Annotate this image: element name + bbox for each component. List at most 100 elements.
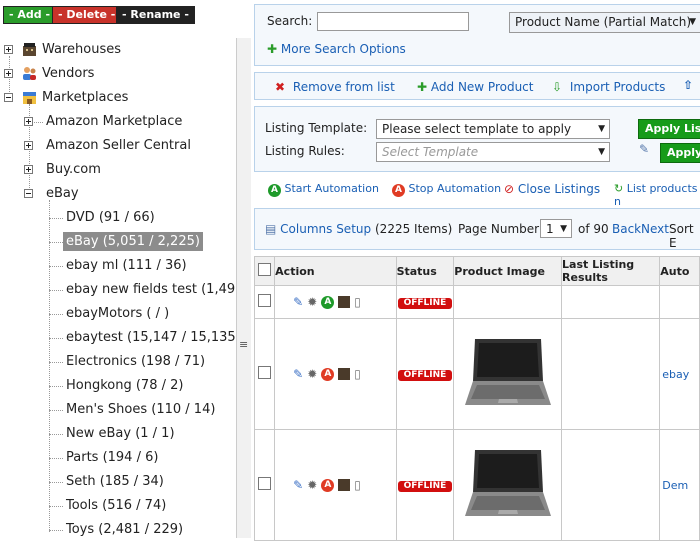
tree-item-warehouses[interactable]: Warehouses [4,38,124,62]
warehouse-icon[interactable] [338,296,351,308]
document-icon[interactable]: ▯ [354,295,361,309]
tree-item-ebay-child[interactable]: ebaytest (15,147 / 15,135) [63,326,244,350]
last-listing-results-cell [561,429,661,541]
tree-item-amazon-marketplace[interactable]: Amazon Marketplace [24,110,185,134]
gear-icon[interactable]: ✹ [307,295,317,309]
tree-item-ebay-child[interactable]: Hongkong (78 / 2) [63,374,186,398]
status-badge: OFFLINE [397,370,453,381]
table-row[interactable]: ✎ ✹ A ▯ OFFLINE [253,285,700,319]
tree-item-label: New eBay (1 / 1) [66,426,175,441]
gear-icon[interactable]: ✹ [307,367,317,381]
column-header-status[interactable]: Status [397,265,437,278]
tree-item-buy-com[interactable]: Buy.com [24,158,104,182]
edit-pencil-icon[interactable]: ✎ [293,478,303,492]
tree-item-marketplaces[interactable]: Marketplaces [4,86,131,110]
tree-item-ebay-child[interactable]: New eBay (1 / 1) [63,422,178,446]
remove-from-list-button[interactable]: ✖ Remove from list [275,80,395,94]
add-new-product-button[interactable]: ✚ Add New Product [417,80,534,94]
tree-item-ebay-child[interactable]: Tools (516 / 74) [63,494,169,518]
listing-template-select[interactable]: Please select template to apply ▼ [376,119,610,139]
next-link[interactable]: Next [641,222,669,236]
expand-icon[interactable] [4,45,13,54]
document-icon[interactable]: ▯ [354,478,361,492]
table-row[interactable]: ✎ ✹ A ▯ OFFLINE Dem [253,429,700,541]
expand-icon[interactable] [24,165,33,174]
apply-listing-template-button[interactable]: Apply List [638,119,700,139]
apply-listing-rules-button[interactable]: Apply [660,143,700,163]
automation-status-icon[interactable]: A [321,367,335,381]
automation-status-icon[interactable]: A [321,478,335,492]
tree-item-ebay-child[interactable]: Electronics (198 / 71) [63,350,208,374]
marketplace-icon [23,92,36,104]
tree-item-ebay-child[interactable]: eBay (5,051 / 2,225) [63,230,203,254]
warehouse-icon[interactable] [338,479,351,491]
collapse-icon[interactable] [24,189,33,198]
gear-icon[interactable]: ✹ [307,478,317,492]
auto-value[interactable]: ebay [662,368,689,381]
tree-item-ebay-child[interactable]: Parts (194 / 6) [63,446,161,470]
edit-pencil-icon[interactable]: ✎ [639,142,649,156]
warehouse-icon[interactable] [338,368,351,380]
rename-button[interactable]: - Rename - [116,6,195,24]
table-row[interactable]: ✎ ✹ A ▯ OFFLINE ebay [253,318,700,430]
edit-pencil-icon[interactable]: ✎ [293,367,303,381]
column-header-product-image[interactable]: Product Image [454,265,545,278]
search-panel: Search: Product Name (Partial Match) ▼ ✚ … [254,4,700,66]
page-number-select[interactable]: 1 ▼ [540,219,572,238]
search-input[interactable] [317,12,469,31]
product-image-cell [453,318,563,430]
tree-item-vendors[interactable]: Vendors [4,62,97,86]
list-products-button[interactable]: ↻ List products n [614,182,700,208]
row-checkbox[interactable] [258,294,272,307]
select-all-checkbox[interactable] [258,263,272,276]
automation-bar: A Start Automation A Stop Automation ⊘ C… [254,178,700,208]
tree-item-ebay[interactable]: eBay [24,182,82,206]
start-automation-button[interactable]: A Start Automation [268,182,379,197]
automation-status-icon[interactable]: A [321,295,335,309]
column-header-action[interactable]: Action [275,265,314,278]
tree-item-ebay-child[interactable]: Men's Shoes (110 / 14) [63,398,218,422]
tree-item-ebay-child[interactable]: ebayMotors ( / ) [63,302,172,326]
tree-item-ebay-child[interactable]: ebay new fields test (1,491 [63,278,246,302]
edit-pencil-icon[interactable]: ✎ [293,295,303,309]
close-listings-button[interactable]: ⊘ Close Listings [504,182,600,196]
column-header-last-listing-results[interactable]: Last Listing Results [562,258,634,284]
product-image-cell [453,429,563,541]
tree-item-ebay-child[interactable]: Seth (185 / 34) [63,470,167,494]
add-button[interactable]: - Add - [3,6,57,24]
tree-item-label: ebay new fields test (1,491 [66,282,244,297]
more-search-options-link[interactable]: ✚ More Search Options [267,42,406,56]
collapse-icon[interactable] [4,93,13,102]
import-products-button[interactable]: ⇩ Import Products [552,80,665,94]
plus-icon: ✚ [417,80,428,94]
tree-item-label: DVD (91 / 66) [66,210,155,225]
product-image-cell [453,285,563,319]
tree-item-label: Seth (185 / 34) [66,474,164,489]
document-icon[interactable]: ▯ [354,367,361,381]
stop-automation-button[interactable]: A Stop Automation [392,182,501,197]
row-checkbox[interactable] [258,477,272,490]
delete-button[interactable]: - Delete - [52,6,122,24]
tree-item-ebay-child[interactable]: Toys (2,481 / 229) [63,518,186,538]
upload-icon[interactable]: ⇧ [683,78,693,92]
grid-header-row: Action Status Product Image Last Listing… [253,256,700,286]
tree-item-ebay-child[interactable]: DVD (91 / 66) [63,206,158,230]
expand-icon[interactable] [24,141,33,150]
row-checkbox[interactable] [258,366,272,379]
tree-item-amazon-seller-central[interactable]: Amazon Seller Central [24,134,194,158]
tree-item-ebay-child[interactable]: ebay ml (111 / 36) [63,254,190,278]
columns-setup-button[interactable]: ▤ Columns Setup [265,222,371,236]
pane-splitter[interactable]: ≡ [236,38,251,538]
search-mode-select[interactable]: Product Name (Partial Match) ▼ [509,12,700,33]
splitter-grip-icon[interactable]: ≡ [239,338,248,351]
page-count: of 90 [578,222,609,236]
auto-value[interactable]: Dem [662,479,688,492]
status-badge: OFFLINE [397,481,453,492]
column-header-auto[interactable]: Auto [660,265,689,278]
expand-icon[interactable] [4,69,13,78]
back-link[interactable]: Back [612,222,641,236]
item-count: (2225 Items) [375,222,453,236]
listing-rules-select[interactable]: Select Template ▼ [376,142,610,162]
expand-icon[interactable] [24,117,33,126]
stop-automation-icon: A [392,184,405,197]
